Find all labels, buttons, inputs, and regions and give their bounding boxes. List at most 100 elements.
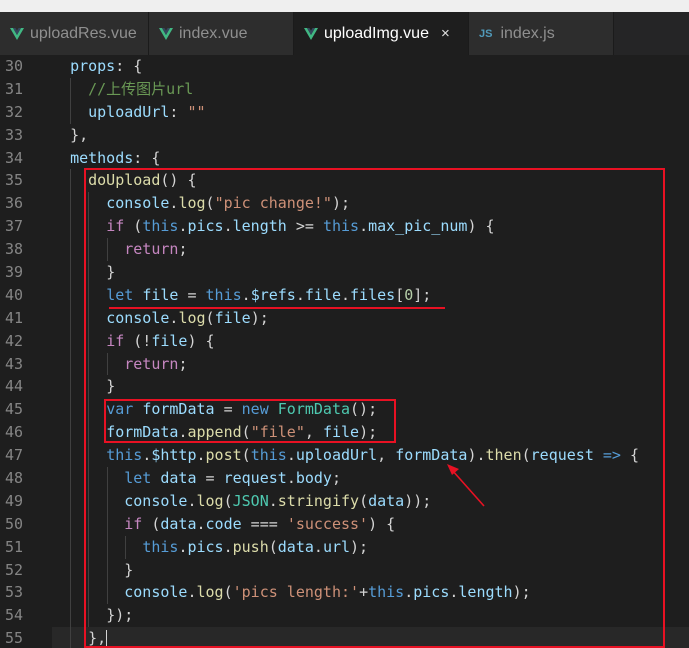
line-number: 43: [4, 354, 23, 373]
code-line: }: [52, 558, 689, 582]
indent-guide: [70, 444, 72, 468]
code-token: ];: [413, 285, 432, 304]
code-token: data: [160, 514, 197, 533]
code-token: this: [322, 217, 360, 236]
code-token: if: [124, 514, 143, 533]
code-token: .: [404, 583, 414, 602]
code-line: console.log(file);: [52, 306, 689, 330]
code-line: }: [52, 375, 689, 399]
code-area[interactable]: props: { //上传图片url uploadUrl: "" }, meth…: [52, 55, 689, 648]
indent-guide: [88, 329, 90, 353]
code-token: doUpload: [88, 171, 161, 190]
tab-uploadres-vue[interactable]: uploadRes.vue: [0, 12, 149, 55]
text-cursor: [106, 629, 108, 648]
code-token: this: [368, 583, 405, 602]
vue-icon: [159, 27, 173, 40]
code-token: },: [88, 629, 107, 648]
indent-guide: [70, 261, 72, 284]
code-token: +: [359, 583, 369, 602]
indent-guide: [88, 535, 90, 559]
indent-guide: [88, 512, 90, 536]
code-token: console: [106, 308, 170, 327]
indent-guide: [88, 444, 90, 468]
code-token: $http: [151, 446, 197, 465]
code-token: data: [277, 537, 314, 556]
code-token: log: [196, 583, 224, 602]
code-token: file: [304, 285, 341, 304]
line-number: 36: [4, 194, 23, 213]
code-token: "": [187, 102, 206, 121]
code-token: return: [124, 354, 179, 373]
indent-guide: [70, 329, 72, 353]
indent-guide: [70, 215, 72, 239]
tab-index-js[interactable]: JS index.js: [469, 12, 614, 55]
code-token: max_pic_num: [368, 217, 468, 236]
code-token: );: [512, 583, 531, 602]
code-token: 0: [404, 285, 414, 304]
code-token: 'success': [286, 514, 369, 533]
close-icon[interactable]: ×: [441, 25, 450, 42]
code-token: then: [485, 446, 522, 465]
code-line: props: {: [52, 55, 689, 78]
indent-guide: [88, 489, 90, 513]
code-token: ).: [467, 446, 486, 465]
line-number: 33: [4, 125, 23, 144]
code-token: ) {: [368, 514, 396, 533]
code-token: (: [205, 194, 215, 213]
code-token: request: [223, 469, 287, 488]
code-line: this.pics.push(data.url);: [52, 535, 689, 559]
code-token: return: [124, 240, 179, 259]
code-token: pics: [413, 583, 450, 602]
indent-guide: [70, 581, 72, 605]
code-token: });: [106, 606, 134, 625]
indent-guide: [106, 467, 108, 490]
code-token: .: [313, 537, 323, 556]
code-line: let data = request.body;: [52, 467, 689, 490]
code-token: }: [106, 263, 116, 282]
code-line: let file = this.$refs.file.files[0];: [52, 283, 689, 307]
code-token: (: [241, 423, 251, 442]
code-token: ;: [178, 240, 188, 259]
indent-guide: [124, 535, 126, 559]
code-line: console.log("pic change!");: [52, 192, 689, 216]
code-token: );: [350, 537, 369, 556]
line-number: 38: [4, 240, 23, 259]
code-token: append: [187, 423, 242, 442]
indent-guide: [106, 352, 108, 376]
indent-guide: [70, 352, 72, 376]
line-number: 49: [4, 491, 23, 510]
line-number: 53: [4, 583, 23, 602]
code-token: console: [106, 194, 170, 213]
tab-label: uploadRes.vue: [30, 24, 137, 42]
code-editor[interactable]: 30 31 32 33 34 35 36 37 38 39 40 41 42 43 44 45 46 47 48 49…: [0, 55, 689, 648]
indent-guide: [106, 512, 108, 536]
line-number: 55: [4, 629, 23, 648]
code-token: this: [250, 446, 287, 465]
code-token: console: [124, 583, 188, 602]
code-token: ) {: [467, 217, 495, 236]
indent-guide: [106, 238, 108, 262]
code-token: ===: [241, 514, 287, 533]
code-token: : {: [115, 57, 143, 75]
code-token: //上传图片url: [88, 79, 194, 98]
code-token: () {: [160, 171, 197, 190]
indent-guide: [70, 627, 72, 648]
code-token: stringify: [277, 491, 360, 510]
tab-uploadimg-vue[interactable]: uploadImg.vue ×: [294, 12, 469, 55]
code-token: body: [295, 469, 332, 488]
code-line: //上传图片url: [52, 77, 689, 101]
tab-index-vue[interactable]: index.vue: [149, 12, 294, 55]
code-token: .: [187, 491, 197, 510]
tab-label: uploadImg.vue: [324, 24, 429, 42]
code-line: });: [52, 604, 689, 628]
code-token: .: [295, 285, 305, 304]
indent-guide: [88, 352, 90, 376]
line-number: 50: [4, 514, 23, 533]
js-icon: JS: [479, 27, 493, 40]
